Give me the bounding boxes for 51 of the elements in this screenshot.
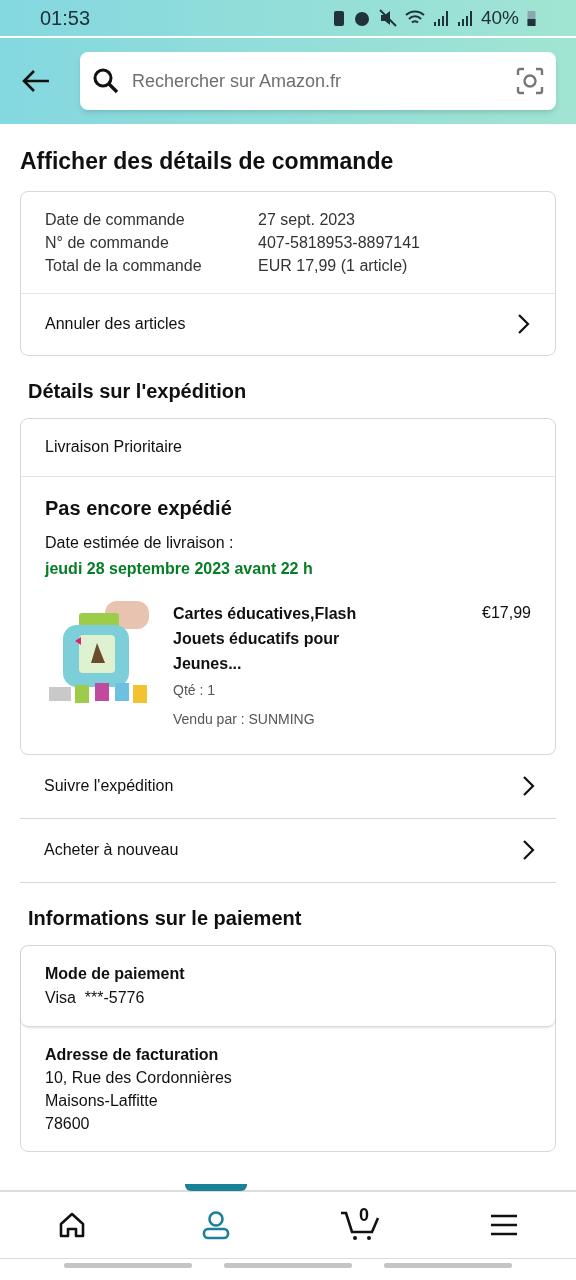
payment-method: Visa ***-5776 [45,987,146,1008]
search-field[interactable]: Rechercher sur Amazon.fr [132,67,504,95]
wifi-icon [404,10,425,26]
section-heading: Détails sur l'expédition [27,378,248,404]
shipment-action-row[interactable]: Acheter à nouveau [20,818,556,883]
row-label: Suivre l'expédition [44,776,174,796]
back-arrow-icon [21,69,51,93]
search-bar[interactable]: Rechercher sur Amazon.fr [80,52,556,110]
quantity: Qté : 1 [173,680,217,700]
active-tab-indicator [185,1184,247,1191]
summary-label: Date de commande [45,209,186,230]
summary-label: N° de commande [45,232,170,253]
delivery-date: jeudi 28 septembre 2023 avant 22 h [45,558,314,579]
shipment-action-row[interactable]: Suivre l'expédition [20,754,556,819]
clock-time: 01:53 [40,6,91,31]
chevron-right-icon [517,313,531,335]
cancel-items-row[interactable]: Annuler des articles [21,292,555,355]
nav-tab[interactable]: 0 [288,1192,432,1258]
chevron-right-icon [522,839,536,861]
camera-icon [516,67,544,95]
address-line: 10, Rue des Cordonnières [45,1067,233,1088]
row-label: Acheter à nouveau [44,840,179,860]
product-price: €17,99 [482,602,531,623]
signal-icon [432,10,449,26]
shipment-status: Pas encore expédié [45,495,233,521]
cart-count: 0 [359,1204,369,1227]
menu-icon [490,1214,518,1236]
battery-percent: 40% [480,5,519,30]
chevron-right-icon [522,775,536,797]
summary-value: EUR 17,99 (1 article) [258,255,408,276]
signal-icon [456,10,473,26]
payment-method-label: Mode de paiement [45,963,186,984]
address-line: Maisons-Laffitte [45,1090,159,1111]
shipping-method: Livraison Prioritaire [21,418,555,477]
battery-icon [527,9,536,27]
summary-value: 407-5818953-8897141 [258,232,420,253]
billing-label: Adresse de facturation [45,1044,220,1065]
summary-label: Total de la commande [45,255,203,276]
seller: Vendu par : SUNMING [173,709,316,729]
delivery-estimate-label: Date estimée de livraison : [45,532,235,553]
section-heading: Informations sur le paiement [27,905,303,931]
page-title: Afficher des détails de commande [20,147,395,176]
cart-icon [340,1210,380,1240]
person-icon [201,1210,231,1240]
row-label: Annuler des articles [45,314,186,334]
home-icon [58,1212,86,1238]
search-icon [92,67,120,95]
product-title[interactable]: Cartes éducatives,Flash Jouets éducatifs pour Jeunes... [173,600,373,676]
address-line: 78600 [45,1113,91,1134]
summary-value: 27 sept. 2023 [258,209,355,230]
mute-icon [378,9,397,27]
